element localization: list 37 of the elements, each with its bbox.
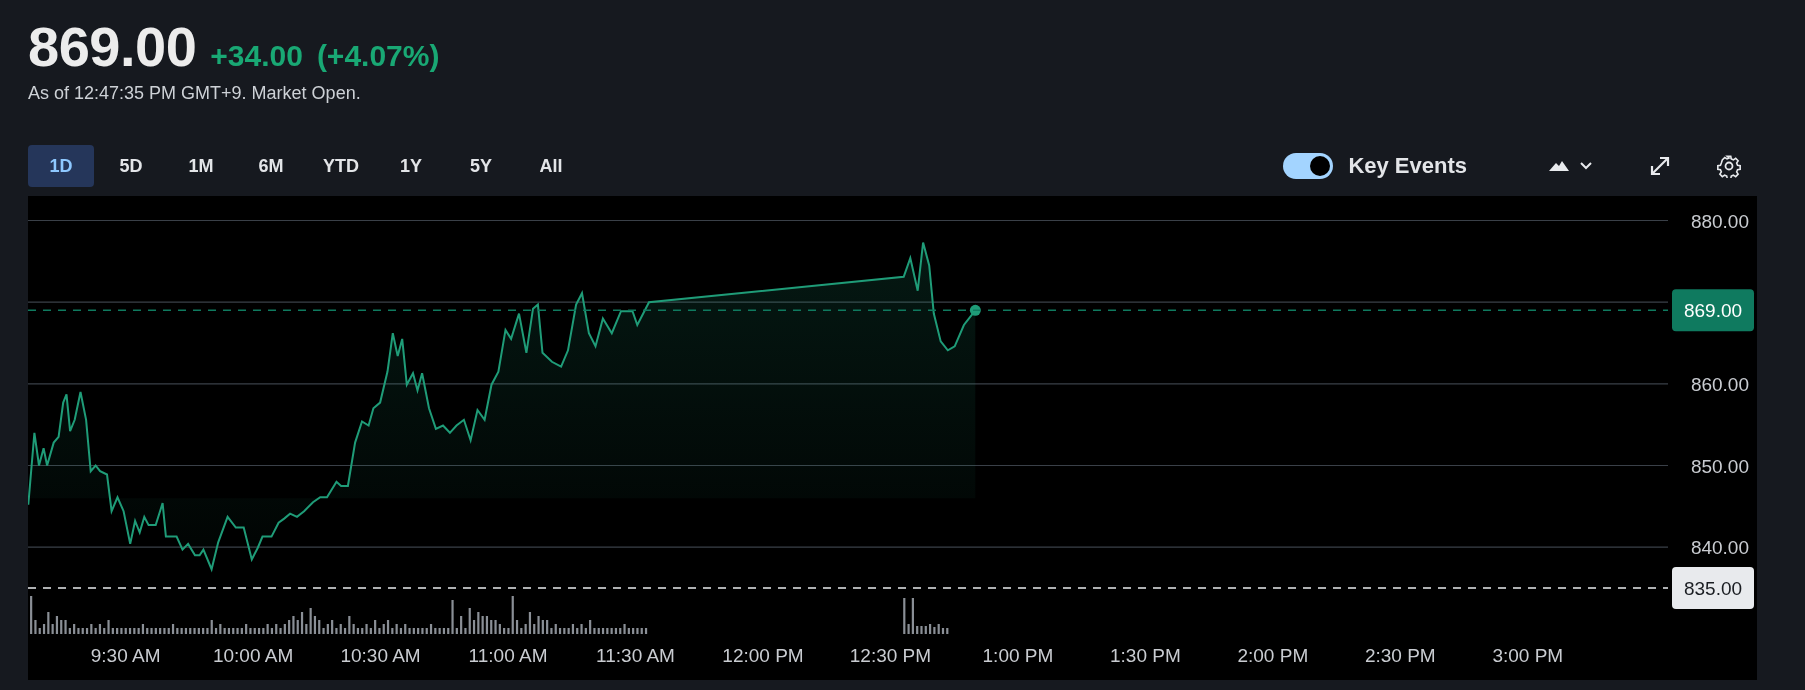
range-tab[interactable]: 5Y xyxy=(448,145,514,187)
reference-price-label: 869.00 xyxy=(1672,289,1754,332)
x-axis-label: 9:30 AM xyxy=(90,645,161,666)
ref-line-label: 835.00 xyxy=(1683,578,1743,599)
x-axis-label: 1:00 PM xyxy=(982,645,1054,666)
range-tab[interactable]: All xyxy=(518,145,584,187)
x-axis-label: 2:30 PM xyxy=(1364,645,1436,666)
ref-line-label: 869.00 xyxy=(1683,300,1743,322)
y-axis-label: 840.00 xyxy=(1690,537,1749,559)
range-tab[interactable]: 1M xyxy=(168,145,234,187)
x-axis-label: 1:30 PM xyxy=(1110,645,1181,666)
range-tab[interactable]: YTD xyxy=(308,145,374,187)
y-axis-label: 850.00 xyxy=(1690,455,1749,477)
x-axis-label: 12:30 PM xyxy=(849,645,932,666)
percent-change: (+4.07%) xyxy=(316,39,440,73)
x-axis-label: 2:00 PM xyxy=(1237,645,1309,666)
x-axis-label: 10:30 AM xyxy=(340,645,421,666)
range-tab[interactable]: 5D xyxy=(98,145,164,187)
stock-price: 869.00 xyxy=(28,14,197,79)
key-events-toggle[interactable] xyxy=(1283,153,1334,179)
expand-icon xyxy=(1649,155,1671,177)
x-axis-label: 12:00 PM xyxy=(722,645,804,666)
x-axis-label: 3:00 PM xyxy=(1492,645,1564,666)
last-price-dot xyxy=(969,304,981,316)
y-axis-label: 860.00 xyxy=(1690,373,1749,395)
range-tab[interactable]: 1Y xyxy=(378,145,444,187)
range-tab[interactable]: 6M xyxy=(238,145,304,187)
settings-icon xyxy=(1717,154,1741,178)
reference-price-label: 835.00 xyxy=(1672,567,1754,609)
timestamp-text: As of 12:47:35 PM GMT+9. Market Open. xyxy=(28,83,362,104)
y-axis-label: 880.00 xyxy=(1690,210,1749,232)
x-axis-label: 10:00 AM xyxy=(212,645,294,666)
key-events-label: Key Events xyxy=(1348,153,1467,179)
price-change: +34.00 xyxy=(210,39,303,73)
x-axis-label: 11:30 AM xyxy=(596,645,675,666)
range-tab[interactable]: 1D xyxy=(28,145,94,187)
x-axis-label: 11:00 AM xyxy=(468,645,548,666)
